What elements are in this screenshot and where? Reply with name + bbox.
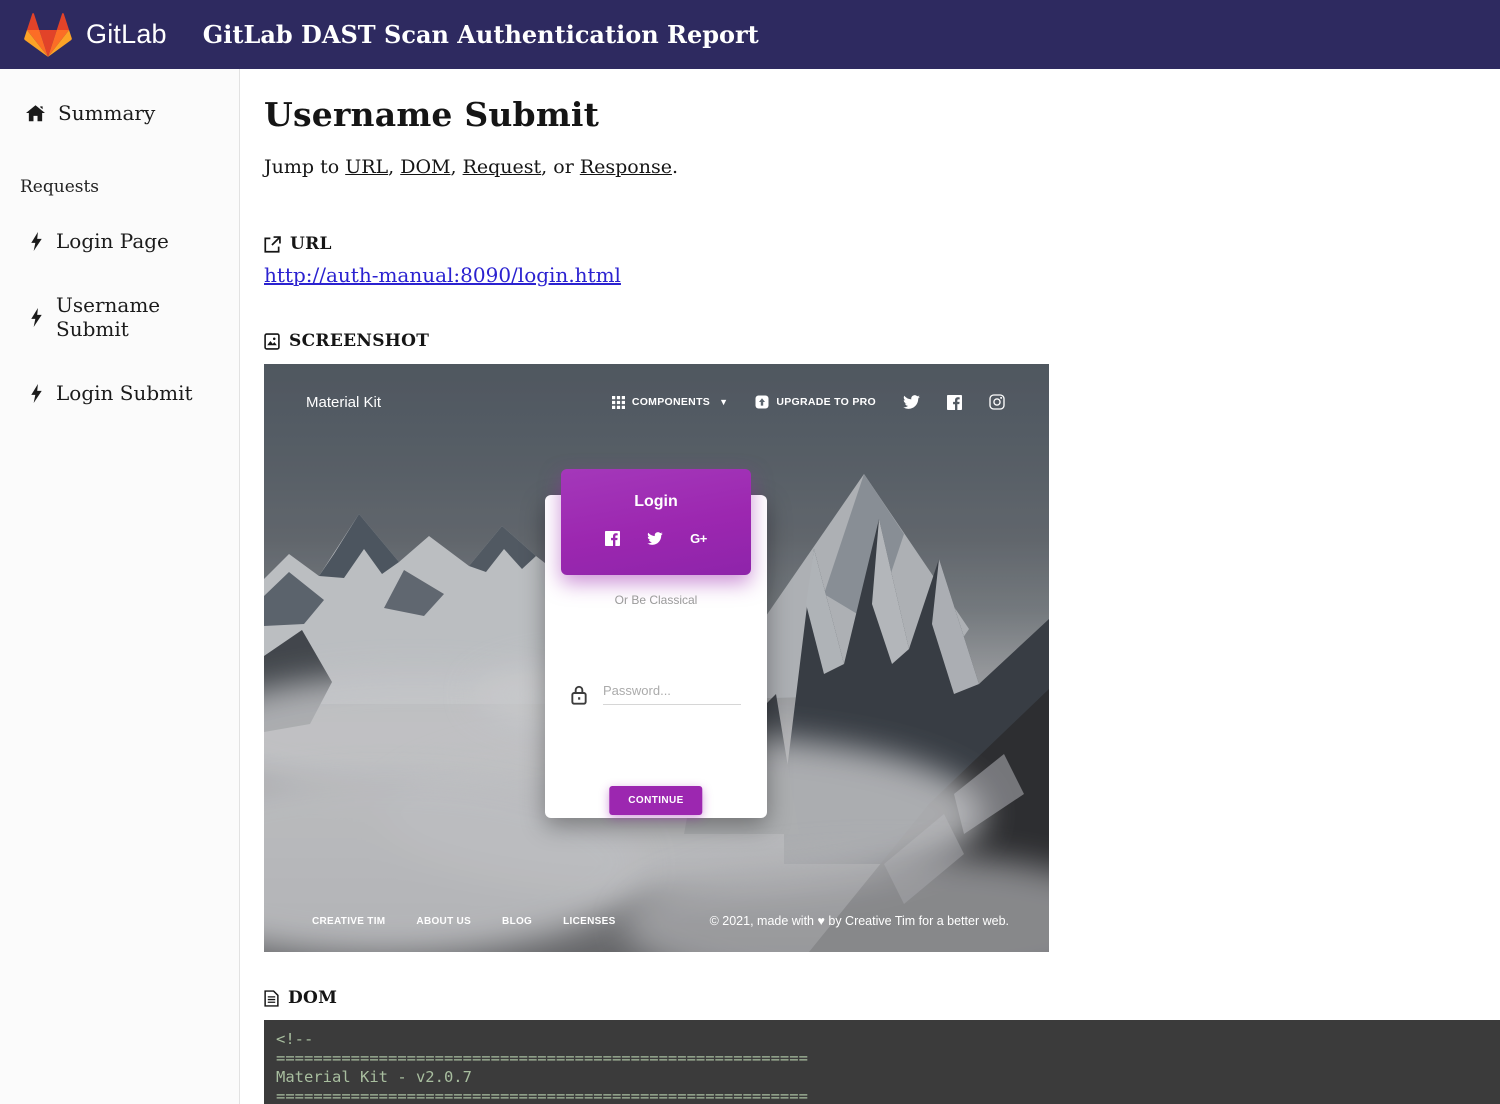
login-card-header: Login G+ <box>561 469 751 575</box>
sidebar-item-summary[interactable]: Summary <box>0 93 239 133</box>
facebook-icon <box>947 395 962 410</box>
password-placeholder: Password... <box>603 683 741 705</box>
sidebar-item-label: Summary <box>58 101 155 125</box>
upgrade-to-pro: UPGRADE TO PRO <box>755 395 876 409</box>
jump-links: Jump to URL, DOM, Request, or Response. <box>264 156 1500 178</box>
upgrade-badge-icon <box>755 395 769 409</box>
url-section: URL http://auth-manual:8090/login.html <box>264 234 1500 287</box>
twitter-icon <box>903 395 920 409</box>
material-kit-footer: CREATIVE TIM ABOUT US BLOG LICENSES © 20… <box>264 890 1049 952</box>
page-title: Username Submit <box>264 95 1500 134</box>
section-heading: DOM <box>288 988 337 1008</box>
facebook-icon <box>605 531 620 546</box>
dom-code-block[interactable]: <!-- ===================================… <box>264 1020 1500 1104</box>
jump-link-dom[interactable]: DOM <box>400 156 450 178</box>
dom-section: DOM <!-- ===============================… <box>264 988 1500 1104</box>
gitlab-logo-icon <box>24 13 72 57</box>
sidebar-item-label: Username Submit <box>56 293 213 341</box>
password-field: Password... <box>570 683 741 705</box>
or-be-classical-text: Or Be Classical <box>545 593 767 607</box>
footer-link: ABOUT US <box>416 916 471 927</box>
sidebar-item-login-submit[interactable]: Login Submit <box>0 373 239 413</box>
sidebar-item-label: Login Submit <box>56 381 193 405</box>
jump-separator: , <box>388 156 400 178</box>
sidebar-item-label: Login Page <box>56 229 169 253</box>
login-card: Login G+ Or Be Classical <box>545 495 767 818</box>
image-file-icon <box>264 333 280 350</box>
bolt-icon <box>30 384 43 403</box>
section-heading: URL <box>290 234 332 254</box>
report-title: GitLab DAST Scan Authentication Report <box>203 20 759 49</box>
jump-period: . <box>672 156 678 178</box>
jump-separator: , <box>450 156 462 178</box>
screenshot-section: SCREENSHOT <box>264 331 1500 952</box>
twitter-icon <box>647 532 663 545</box>
app-header: GitLab GitLab DAST Scan Authentication R… <box>0 0 1500 69</box>
section-heading: SCREENSHOT <box>289 331 429 351</box>
requests-section-label: Requests <box>20 177 239 197</box>
footer-link: BLOG <box>502 916 532 927</box>
jump-link-request[interactable]: Request <box>463 156 542 178</box>
grid-icon <box>612 396 625 409</box>
instagram-icon <box>989 394 1005 410</box>
copyright-text: © 2021, made with ♥ by Creative Tim for … <box>710 914 1009 928</box>
external-link-icon <box>264 236 281 253</box>
sidebar-item-login-page[interactable]: Login Page <box>0 221 239 261</box>
footer-link: LICENSES <box>563 916 615 927</box>
chevron-down-icon: ▼ <box>719 397 728 407</box>
material-kit-navbar: Material Kit COMPONENTS ▼ <box>264 364 1049 440</box>
upgrade-label: UPGRADE TO PRO <box>776 396 876 408</box>
main-content: Username Submit Jump to URL, DOM, Reques… <box>240 69 1500 1104</box>
components-menu: COMPONENTS ▼ <box>612 396 728 409</box>
jump-prefix: Jump to <box>264 156 345 178</box>
sidebar-item-username-submit[interactable]: Username Submit <box>0 285 239 349</box>
scanned-url-link[interactable]: http://auth-manual:8090/login.html <box>264 263 621 287</box>
continue-button: CONTINUE <box>609 786 702 815</box>
components-label: COMPONENTS <box>632 396 710 408</box>
login-title: Login <box>561 493 751 511</box>
home-icon <box>26 105 45 122</box>
material-kit-brand: Material Kit <box>306 394 612 411</box>
lock-icon <box>570 685 588 705</box>
sidebar: Summary Requests Login Page Username Sub… <box>0 69 240 1104</box>
bolt-icon <box>30 308 43 327</box>
google-plus-icon: G+ <box>690 531 707 546</box>
gitlab-wordmark: GitLab <box>86 19 167 50</box>
document-icon <box>264 990 279 1007</box>
jump-link-response[interactable]: Response <box>580 156 672 178</box>
bolt-icon <box>30 232 43 251</box>
footer-link: CREATIVE TIM <box>312 916 385 927</box>
jump-link-url[interactable]: URL <box>345 156 388 178</box>
screenshot-image: Material Kit COMPONENTS ▼ <box>264 364 1049 952</box>
jump-separator: , or <box>541 156 580 178</box>
